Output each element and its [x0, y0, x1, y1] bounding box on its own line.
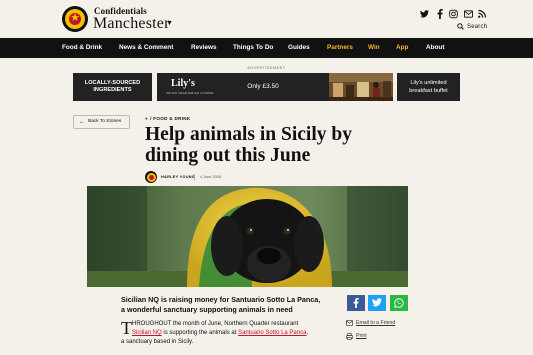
site-logo[interactable]: ★	[62, 6, 88, 32]
ad-left-line-2: INGREDIENTS	[93, 87, 132, 93]
city-selector[interactable]: Manchester	[93, 15, 170, 33]
share-twitter-button[interactable]	[368, 295, 386, 311]
ad-panel-left[interactable]: LOCALLY-SOURCED INGREDIENTS	[73, 73, 152, 101]
author-name[interactable]: HARLEY YOUNG	[161, 175, 195, 179]
hero-image	[87, 186, 408, 287]
author-avatar-center	[148, 174, 154, 180]
restaurant-photo-image	[329, 73, 393, 101]
facebook-icon[interactable]	[437, 9, 443, 19]
nav-item-about[interactable]: About	[426, 38, 444, 58]
santuario-link[interactable]: Santuario Sotto La Panca	[238, 330, 306, 336]
body-line-2-end: ,	[306, 330, 309, 336]
twitter-icon[interactable]	[420, 9, 429, 19]
site-header: ★ Confidentials Manchester ▼ Search	[0, 0, 533, 38]
share-facebook-button[interactable]	[347, 295, 365, 311]
back-to-stories-button[interactable]: ← Back To Stories	[73, 115, 130, 129]
facebook-icon	[353, 298, 359, 308]
print-icon	[346, 333, 353, 340]
main-nav: Food & Drink News & Comment Reviews Thin…	[0, 38, 533, 58]
author-avatar[interactable]	[145, 171, 157, 183]
body-line-2-text: is supporting the animals at	[161, 330, 239, 336]
email-to-friend-link[interactable]: Email to a Friend	[356, 320, 395, 326]
nav-item-app[interactable]: App	[396, 38, 408, 58]
ad-panel-right[interactable]: Lily's unlimited breakfast buffet	[397, 73, 460, 101]
ad-panel-center[interactable]: Lily's INDIAN VEGETARIAN CUISINE Only £3…	[157, 73, 393, 101]
nav-item-food-drink[interactable]: Food & Drink	[62, 38, 102, 58]
chevron-down-icon[interactable]: ▼	[166, 20, 173, 27]
article-title-line-1: Help animals in Sicily by	[145, 124, 352, 145]
body-line-2: Sicilian NQ is supporting the animals at…	[132, 329, 308, 338]
body-line-3: a sanctuary based in Sicily.	[121, 339, 194, 345]
lede-line-1: Sicilian NQ is raising money for Santuar…	[121, 295, 321, 304]
nav-item-reviews[interactable]: Reviews	[191, 38, 217, 58]
ad-left-text: LOCALLY-SOURCED INGREDIENTS	[73, 80, 152, 94]
back-button-label: Back To Stories	[88, 119, 122, 124]
twitter-icon	[372, 298, 382, 307]
nav-item-things-to-do[interactable]: Things To Do	[233, 38, 273, 58]
drop-cap: T	[121, 318, 132, 338]
whatsapp-icon	[394, 298, 404, 308]
ad-label: ADVERTISEMENT	[247, 66, 286, 70]
lede-line-2: a wonderful sanctuary supporting animals…	[121, 305, 293, 314]
email-icon[interactable]	[464, 9, 473, 19]
ad-brand-logo: Lily's	[171, 78, 195, 89]
category-dot-icon: ●	[145, 116, 149, 121]
ad-brand-subtitle: INDIAN VEGETARIAN CUISINE	[166, 91, 214, 95]
ad-price: Only £3.50	[247, 83, 279, 90]
share-whatsapp-button[interactable]	[390, 295, 408, 311]
sicilian-nq-link[interactable]: Sicilian NQ	[132, 330, 162, 336]
article-lede: Sicilian NQ is raising money for Santuar…	[121, 295, 341, 315]
byline-divider	[194, 174, 195, 180]
rss-icon[interactable]	[478, 9, 486, 19]
nav-item-guides[interactable]: Guides	[288, 38, 310, 58]
body-line-1: HROUGHOUT the month of June, Northern Qu…	[132, 321, 299, 327]
search-icon[interactable]	[457, 23, 464, 30]
article-title-line-2: dining out this June	[145, 145, 311, 166]
ad-restaurant-photo	[329, 73, 393, 101]
publish-date: 4 June 2026	[200, 175, 221, 179]
dog-in-raincoat-photo	[87, 186, 408, 287]
print-link[interactable]: Print	[356, 333, 367, 339]
article-title: Help animals in Sicily by dining out thi…	[145, 124, 425, 166]
ad-left-line-1: LOCALLY-SOURCED	[84, 80, 141, 86]
star-icon: ★	[70, 12, 80, 24]
nav-item-news-comment[interactable]: News & Comment	[119, 38, 173, 58]
nav-item-partners[interactable]: Partners	[327, 38, 353, 58]
email-icon	[346, 320, 353, 326]
ad-right-line-1: Lily's unlimited	[410, 80, 447, 86]
ad-right-line-2: breakfast buffet	[409, 88, 448, 94]
arrow-left-icon: ←	[79, 119, 85, 125]
instagram-icon[interactable]	[449, 9, 458, 19]
category-breadcrumb[interactable]: ● / FOOD & DRINK	[145, 116, 191, 121]
nav-item-win[interactable]: Win	[368, 38, 380, 58]
category-label: / FOOD & DRINK	[150, 116, 191, 121]
search-link[interactable]: Search	[467, 24, 487, 30]
ad-right-text: Lily's unlimited breakfast buffet	[397, 79, 460, 95]
